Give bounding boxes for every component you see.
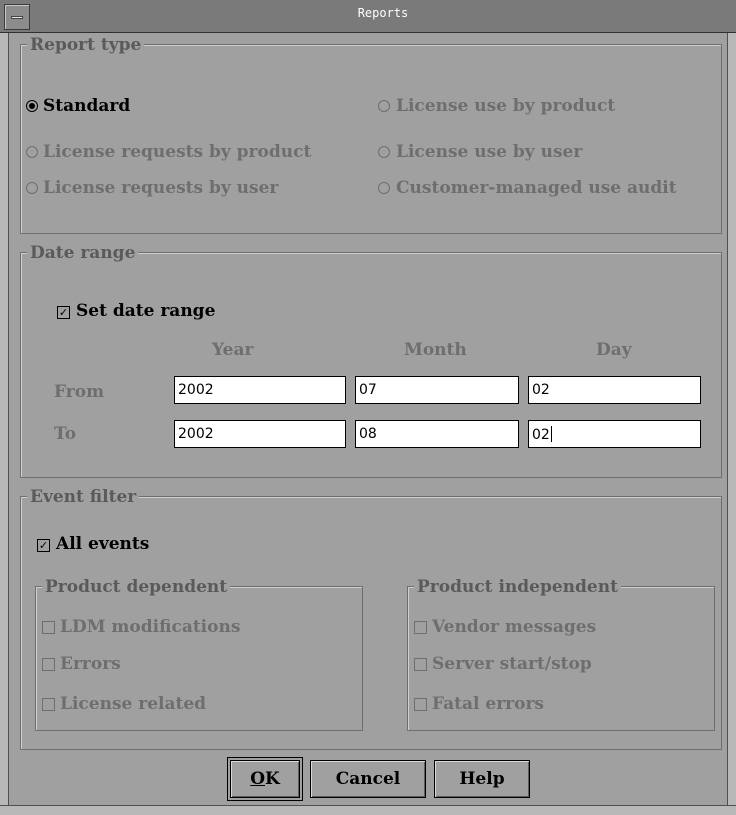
ok-button[interactable]: OK [227,757,303,801]
from-month-field[interactable]: 07 [355,376,519,404]
license-related-label: License related [60,694,207,714]
checkmark-icon: ✓ [57,306,70,319]
from-day-field[interactable]: 02 [528,376,701,404]
help-button[interactable]: Help [434,760,530,798]
report-type-title: Report type [27,35,145,55]
product-independent-title: Product independent [414,577,621,597]
radio-unselected-icon [378,100,390,112]
window-border-left[interactable] [0,33,9,814]
window-menu-button[interactable] [4,4,30,30]
window-border-right[interactable] [727,33,736,814]
event-filter-title: Event filter [27,487,140,507]
checkbox-empty-icon [42,658,55,671]
radio-unselected-icon [378,182,390,194]
text-cursor [550,426,552,442]
to-month-field[interactable]: 08 [355,420,519,448]
all-events-label: All events [56,534,150,554]
from-year-field[interactable]: 2002 [174,376,346,404]
radio-license-use-by-product-label: License use by product [396,96,616,116]
server-start-stop-label: Server start/stop [432,654,592,674]
day-column-header: Day [596,340,632,360]
reports-window: Reports Report type Standard License use… [0,0,736,815]
cancel-button[interactable]: Cancel [310,760,426,798]
radio-unselected-icon [26,146,38,158]
ok-label-rest: K [265,769,280,789]
errors-label: Errors [60,654,121,674]
month-column-header: Month [404,340,467,360]
radio-license-requests-by-user-label: License requests by user [43,178,279,198]
radio-license-use-by-user-label: License use by user [396,142,583,162]
ok-mnemonic: O [250,769,266,789]
product-dependent-title: Product dependent [42,577,231,597]
checkbox-empty-icon [414,658,427,671]
radio-unselected-icon [378,146,390,158]
window-title: Reports [357,6,409,20]
checkbox-empty-icon [414,698,427,711]
radio-unselected-icon [26,182,38,194]
year-column-header: Year [212,340,254,360]
radio-customer-managed-use-audit-label: Customer-managed use audit [396,178,677,198]
minus-icon [11,16,23,19]
title-bar[interactable]: Reports [0,0,736,33]
radio-standard-label: Standard [43,96,131,116]
set-date-range-label: Set date range [76,301,216,321]
radio-license-requests-by-product-label: License requests by product [43,142,312,162]
to-day-value: 02 [532,427,550,443]
report-type-group: Report type [20,35,722,234]
to-year-field[interactable]: 2002 [174,420,346,448]
to-day-field[interactable]: 02 [528,420,701,448]
radio-selected-icon [26,100,38,112]
checkbox-empty-icon [42,698,55,711]
checkbox-empty-icon [42,621,55,634]
vendor-messages-label: Vendor messages [432,617,597,637]
ldm-modifications-label: LDM modifications [60,617,241,637]
fatal-errors-label: Fatal errors [432,694,544,714]
date-range-title: Date range [27,243,139,263]
checkbox-empty-icon [414,621,427,634]
from-row-label: From [54,382,105,402]
checkmark-icon: ✓ [37,539,50,552]
to-row-label: To [54,424,77,444]
